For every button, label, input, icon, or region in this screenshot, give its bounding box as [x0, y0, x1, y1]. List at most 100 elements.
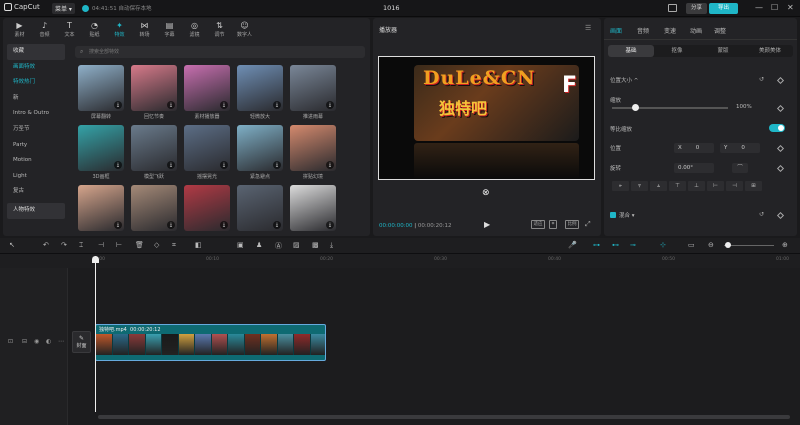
- scale-slider-knob[interactable]: [631, 104, 639, 111]
- download-icon[interactable]: ⤓: [220, 101, 228, 109]
- align-icon[interactable]: ⊤: [669, 181, 686, 191]
- category-item[interactable]: 万圣节: [7, 122, 65, 138]
- download-icon[interactable]: ⤓: [273, 101, 281, 109]
- effect-card[interactable]: ⤓ 推进雨幕: [290, 65, 336, 122]
- delete-icon[interactable]: 🗑: [135, 241, 144, 249]
- split-icon[interactable]: ⌶: [79, 241, 83, 250]
- align-icon[interactable]: ⫦: [612, 181, 629, 191]
- category-item[interactable]: Motion: [7, 153, 65, 169]
- download-icon[interactable]: ⤓: [167, 221, 175, 229]
- tool-tab-5[interactable]: ⋈ 转场: [132, 18, 157, 40]
- text-ai-icon[interactable]: Ⓐ: [275, 241, 282, 251]
- effect-card[interactable]: ⤓: [290, 185, 336, 242]
- category-item[interactable]: 复古: [7, 184, 65, 200]
- rotate-handle-icon[interactable]: ⊗: [482, 188, 490, 198]
- link-audio-icon[interactable]: ⊷: [612, 241, 619, 249]
- subtab-cutout[interactable]: 抠像: [654, 45, 700, 57]
- track-hide-icon[interactable]: ⊟: [22, 338, 27, 345]
- effect-card[interactable]: ⤓ 3D画框: [78, 125, 124, 182]
- mix-keyframe-icon[interactable]: [776, 211, 785, 220]
- mix-reset-icon[interactable]: ↺: [759, 211, 764, 218]
- position-x-field[interactable]: X0: [674, 143, 714, 153]
- effect-card[interactable]: ⤓ 素材播放器: [184, 65, 230, 122]
- preview-axis-icon[interactable]: ⊹: [660, 241, 666, 249]
- timeline-ruler[interactable]: 00:0000:1000:2000:3000:4000:5001:00: [0, 254, 800, 268]
- download-icon[interactable]: ⤓: [273, 221, 281, 229]
- track-eye-icon[interactable]: ◉: [34, 338, 39, 345]
- align-icon[interactable]: ⫨: [650, 181, 667, 191]
- play-icon[interactable]: ▶: [484, 220, 490, 229]
- rotate-field[interactable]: 0.00°: [674, 163, 714, 173]
- image-icon[interactable]: ▣: [237, 241, 244, 249]
- playhead[interactable]: [92, 256, 99, 412]
- reset-icon[interactable]: ↺: [759, 76, 764, 83]
- category-item[interactable]: Light: [7, 169, 65, 185]
- align-icon[interactable]: ⊥: [688, 181, 705, 191]
- effect-card[interactable]: ⤓ 回忆节奏: [131, 65, 177, 122]
- keyframe-icon[interactable]: [776, 76, 785, 85]
- category-item[interactable]: 收藏: [7, 44, 65, 60]
- cover-button[interactable]: ✎ 封面: [72, 331, 91, 353]
- minimize-icon[interactable]: —: [755, 3, 763, 12]
- timeline-scrollbar[interactable]: [98, 415, 790, 419]
- effect-card[interactable]: ⤓: [78, 185, 124, 242]
- subtab-mask[interactable]: 蒙版: [700, 45, 746, 57]
- split-left-icon[interactable]: ⊣: [98, 241, 104, 249]
- uniform-scale-toggle[interactable]: [769, 124, 785, 132]
- person-icon[interactable]: ♟: [256, 241, 262, 249]
- search-input[interactable]: ⌕ 搜索全部特效: [75, 46, 365, 58]
- download-icon[interactable]: ⤓: [114, 101, 122, 109]
- video-icon[interactable]: ▩: [312, 241, 319, 249]
- subtab-basic[interactable]: 基础: [608, 45, 654, 57]
- tool-tab-4[interactable]: ✦ 特效: [107, 18, 132, 40]
- effect-card[interactable]: ⤓ 模型飞跃: [131, 125, 177, 182]
- tool-tab-0[interactable]: ▶ 素材: [7, 18, 32, 40]
- track-lock-icon[interactable]: ⊡: [8, 338, 13, 345]
- mic-icon[interactable]: 🎤: [568, 241, 577, 249]
- freeze-icon[interactable]: ◇: [154, 241, 159, 249]
- menu-button[interactable]: 菜单 ▾: [52, 3, 75, 14]
- position-keyframe-icon[interactable]: [776, 144, 785, 153]
- crop-icon[interactable]: ⌗: [549, 220, 557, 229]
- export-frame-icon[interactable]: ⤓: [330, 241, 333, 250]
- snap-icon[interactable]: ⊸: [630, 241, 636, 249]
- category-item[interactable]: 特效热门: [7, 75, 65, 91]
- smart-icon[interactable]: ◧: [195, 241, 202, 249]
- picture-icon[interactable]: ▨: [293, 241, 300, 249]
- tool-tab-2[interactable]: T 文本: [57, 18, 82, 40]
- maximize-icon[interactable]: ☐: [771, 3, 778, 12]
- download-icon[interactable]: ⤓: [114, 161, 122, 169]
- video-clip[interactable]: 独特吧.mp4 00:00:20:12: [95, 324, 326, 361]
- track-more-icon[interactable]: ⋯: [58, 338, 64, 345]
- undo-icon[interactable]: ↶: [43, 241, 49, 249]
- scale-keyframe-icon[interactable]: [776, 104, 785, 113]
- subtitle-icon[interactable]: ▭: [688, 241, 695, 249]
- download-icon[interactable]: ⤓: [273, 161, 281, 169]
- effect-card[interactable]: ⤓ 屏幕翻转: [78, 65, 124, 122]
- download-icon[interactable]: ⤓: [114, 221, 122, 229]
- mix-checkbox[interactable]: [610, 212, 616, 218]
- download-icon[interactable]: ⤓: [220, 161, 228, 169]
- share-button[interactable]: 分享: [686, 3, 707, 14]
- effect-card[interactable]: ⤓ 轻微放大: [237, 65, 283, 122]
- export-button[interactable]: 导出: [709, 3, 738, 14]
- tab-speed[interactable]: 变速: [664, 26, 676, 35]
- category-item[interactable]: Intro & Outro: [7, 106, 65, 122]
- rotate-keyframe-icon[interactable]: [776, 164, 785, 173]
- zoom-out-icon[interactable]: ⊖: [708, 241, 714, 249]
- align-icon[interactable]: ⫧: [631, 181, 648, 191]
- link-main-icon[interactable]: ⊶: [593, 241, 600, 249]
- align-icon[interactable]: ⊢: [707, 181, 724, 191]
- player-menu-icon[interactable]: ☰: [585, 24, 591, 32]
- rotate-step[interactable]: ⌒: [732, 163, 748, 173]
- close-icon[interactable]: ✕: [787, 3, 794, 12]
- tab-animation[interactable]: 动画: [690, 26, 702, 35]
- category-item[interactable]: Party: [7, 138, 65, 154]
- zoom-in-icon[interactable]: ⊕: [782, 241, 788, 249]
- tab-picture[interactable]: 画面: [610, 26, 622, 35]
- zoom-slider-track[interactable]: [724, 245, 774, 246]
- effect-card[interactable]: ⤓ 紧急避点: [237, 125, 283, 182]
- zoom-slider-knob[interactable]: [725, 242, 731, 248]
- effect-card[interactable]: ⤓ 摇摆晃光: [184, 125, 230, 182]
- layout-icon[interactable]: [668, 4, 677, 12]
